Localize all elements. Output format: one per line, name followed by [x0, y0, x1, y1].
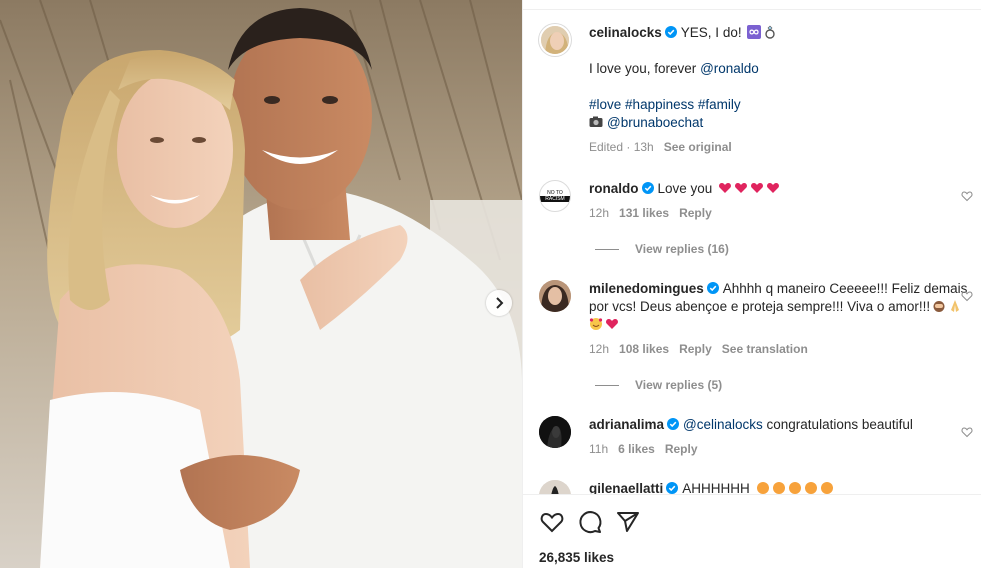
see-no-evil-emoji-icon	[933, 301, 945, 312]
hashtag-happiness[interactable]: #happiness	[625, 97, 694, 112]
verified-badge-icon	[641, 182, 654, 194]
comment-time: 12h	[589, 206, 610, 220]
replies-divider	[595, 384, 619, 386]
avatar-text-line2: RACISM	[540, 196, 570, 202]
next-photo-button[interactable]	[486, 290, 512, 316]
avatar-ronaldo-text: NO TO RACISM	[540, 190, 570, 202]
comment-username[interactable]: gilenaellatti	[589, 481, 663, 494]
caption-line2-text: I love you, forever	[589, 61, 701, 76]
couple-photo	[0, 0, 522, 568]
comment-time: 11h	[589, 442, 609, 456]
caption-line2: I love you, forever @ronaldo	[589, 60, 977, 78]
comment-bubble-icon[interactable]	[577, 509, 603, 535]
view-replies-label: View replies (16)	[635, 242, 729, 256]
replies-divider	[595, 248, 619, 250]
comment-likes[interactable]: 131 likes	[619, 206, 669, 220]
smiling-hearts-emoji-icon	[589, 318, 603, 330]
view-replies-label: View replies (5)	[635, 378, 723, 392]
ring-emoji-icon	[765, 25, 776, 39]
comment-text: Love you	[657, 181, 713, 196]
comment-text: congratulations beautiful	[762, 417, 913, 432]
avatar-celinalocks[interactable]	[539, 24, 571, 56]
red-heart-emoji-icon	[606, 319, 618, 329]
comment-time: 12h	[589, 342, 610, 356]
post-side-panel: celinalocks YES, I do! I love you, foreve…	[522, 0, 981, 568]
reply-button[interactable]: Reply	[665, 442, 698, 456]
comment-username[interactable]: milenedomingues	[589, 281, 704, 296]
post-actions: 26,835 likes	[523, 494, 981, 568]
post-media[interactable]	[0, 0, 522, 568]
verified-badge-icon	[706, 282, 719, 294]
like-comment-icon[interactable]	[961, 290, 973, 302]
avatar-adrianalima[interactable]	[539, 416, 571, 448]
comment-likes[interactable]: 6 likes	[618, 442, 655, 456]
view-replies-ronaldo[interactable]: View replies (16)	[595, 242, 729, 256]
caption-text: YES, I do!	[680, 25, 742, 40]
heart-eyes-emoji-icon	[772, 482, 785, 494]
heart-icon[interactable]	[539, 509, 565, 535]
comment-meta: 11h 6 likes Reply	[589, 442, 977, 456]
heart-eyes-emoji-icon	[756, 482, 769, 494]
view-replies-milenedomingues[interactable]: View replies (5)	[595, 378, 722, 392]
comment-username[interactable]: adrianalima	[589, 417, 664, 432]
like-comment-icon[interactable]	[961, 426, 973, 438]
heart-eyes-emoji-icon	[788, 482, 801, 494]
comment-milenedomingues: milenedomingues Ahhhh q maneiro Ceeeee!!!…	[539, 280, 979, 356]
comment-text: AHHHHHH	[682, 481, 750, 494]
heart-eyes-emoji-icon	[804, 482, 817, 494]
red-heart-emoji-icon	[767, 183, 780, 193]
comments-list[interactable]: celinalocks YES, I do! I love you, foreve…	[523, 10, 981, 494]
comment-likes[interactable]: 108 likes	[619, 342, 669, 356]
hashtag-love[interactable]: #love	[589, 97, 621, 112]
avatar-milenedomingues[interactable]	[539, 280, 571, 312]
heart-eyes-emoji-icon	[820, 482, 833, 494]
verified-badge-icon	[664, 26, 677, 38]
mention-celinalocks[interactable]: @celinalocks	[683, 417, 763, 432]
caption: celinalocks YES, I do! I love you, foreve…	[539, 24, 979, 154]
see-original-link[interactable]: See original	[664, 140, 732, 154]
avatar-gilenaellatti[interactable]	[539, 480, 571, 494]
paper-plane-icon[interactable]	[615, 509, 641, 535]
avatar-image	[541, 26, 569, 54]
caption-edited-time: Edited · 13h	[589, 140, 654, 154]
red-heart-emoji-icon	[751, 183, 764, 193]
caption-username[interactable]: celinalocks	[589, 25, 662, 40]
see-translation-link[interactable]: See translation	[722, 342, 808, 356]
hashtag-family[interactable]: #family	[698, 97, 741, 112]
reply-button[interactable]: Reply	[679, 206, 712, 220]
comment-adrianalima: adrianalima @celinalocks congratulations …	[539, 416, 979, 456]
comment-ronaldo: NO TO RACISM ronaldo Love you 12h 131 like…	[539, 180, 979, 220]
comment-gilenaellatti: gilenaellatti AHHHHHH	[539, 480, 979, 494]
comment-meta: 12h 108 likes Reply See translation	[589, 342, 977, 356]
red-heart-emoji-icon	[735, 183, 748, 193]
caption-hashtags: #love #happiness #family	[589, 96, 977, 114]
comment-meta: 12h 131 likes Reply	[589, 206, 977, 220]
verified-badge-icon	[667, 418, 680, 430]
avatar-image	[539, 280, 571, 312]
comment-username[interactable]: ronaldo	[589, 181, 639, 196]
infinity-emoji-icon	[747, 25, 762, 39]
reply-button[interactable]: Reply	[679, 342, 712, 356]
like-comment-icon[interactable]	[961, 190, 973, 202]
avatar-image	[539, 480, 571, 494]
red-heart-emoji-icon	[719, 183, 732, 193]
mention-ronaldo[interactable]: @ronaldo	[700, 61, 759, 76]
chevron-right-icon	[496, 297, 504, 309]
photo-credit: @brunaboechat	[589, 114, 977, 132]
mention-bruna[interactable]: @brunaboechat	[607, 115, 703, 130]
likes-count[interactable]: 26,835 likes	[539, 550, 614, 565]
caption-meta: Edited · 13h See original	[589, 140, 977, 154]
camera-emoji-icon	[589, 116, 603, 127]
instagram-post: celinalocks YES, I do! I love you, foreve…	[0, 0, 981, 568]
verified-badge-icon	[666, 482, 679, 494]
avatar-image	[539, 416, 571, 448]
avatar-ronaldo[interactable]: NO TO RACISM	[539, 180, 571, 212]
